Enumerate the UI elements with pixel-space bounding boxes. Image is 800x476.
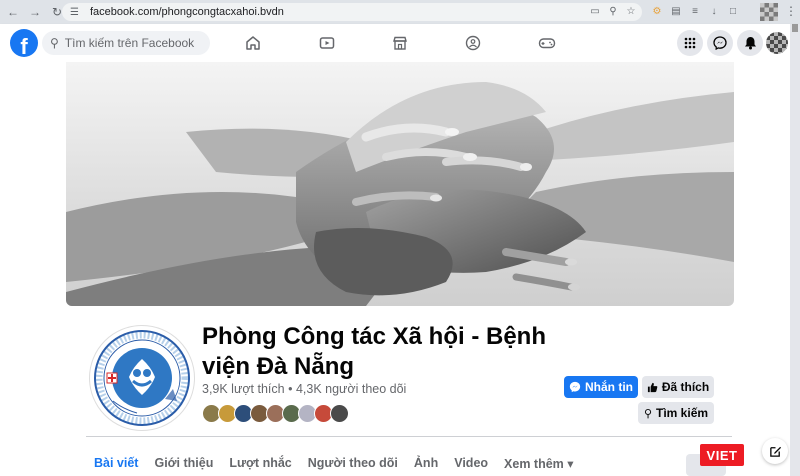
tab-about[interactable]: Giới thiệu xyxy=(146,448,221,476)
user-avatar[interactable] xyxy=(766,32,788,54)
tab-photos[interactable]: Ảnh xyxy=(406,448,446,476)
messenger-icon[interactable] xyxy=(707,30,733,56)
fb-search-box[interactable]: ⚲ xyxy=(42,31,210,55)
window-icon[interactable]: □ xyxy=(726,4,740,18)
download-icon[interactable]: ↓ xyxy=(707,4,721,18)
message-button-label: Nhắn tin xyxy=(585,380,633,394)
viet-watermark: VIET xyxy=(700,444,744,466)
hospital-logo-icon xyxy=(94,330,190,426)
extension-icon[interactable]: ⚙ xyxy=(650,4,664,18)
stats-separator: • xyxy=(288,382,293,396)
page-stats: 3,9K lượt thích • 4,3K người theo dõi xyxy=(202,382,406,396)
browser-profile-avatar[interactable] xyxy=(760,3,778,21)
compose-icon xyxy=(769,446,781,457)
facebook-logo-icon[interactable]: f xyxy=(10,29,38,57)
groups-icon[interactable] xyxy=(463,33,483,53)
tab-posts[interactable]: Bài viết xyxy=(86,448,146,476)
forward-icon[interactable]: → xyxy=(26,3,44,21)
header-divider xyxy=(86,436,732,437)
tab-videos[interactable]: Video xyxy=(446,448,496,476)
scrollbar[interactable] xyxy=(790,24,800,476)
page-tabs: Bài viết Giới thiệu Lượt nhắc Người theo… xyxy=(86,448,582,476)
back-icon[interactable]: ← xyxy=(4,3,22,21)
zoom-icon[interactable]: ⚲ xyxy=(606,4,620,18)
follower-avatars xyxy=(202,404,349,423)
search-icon: ⚲ xyxy=(643,407,653,420)
fb-search-input[interactable] xyxy=(64,36,205,50)
thumbs-up-icon xyxy=(647,382,658,392)
cast-icon[interactable]: ▭ xyxy=(588,4,602,18)
browser-menu-icon[interactable]: ⋮ xyxy=(784,4,798,20)
tab-mentions[interactable]: Lượt nhắc xyxy=(221,448,299,476)
page-title: Phòng Công tác Xã hội - Bệnh viện Đà Nẵn… xyxy=(202,323,546,380)
messenger-icon xyxy=(569,381,581,393)
cover-photo[interactable] xyxy=(66,62,734,306)
menu-grid-icon[interactable] xyxy=(677,30,703,56)
puzzle-extensions-icon[interactable]: ▤ xyxy=(669,4,683,18)
cover-hands-image xyxy=(66,82,734,306)
facebook-header: f ⚲ xyxy=(0,24,800,62)
address-bar[interactable]: ☰ facebook.com/phongcongtacxahoi.bvdn xyxy=(62,3,642,21)
page-search-button[interactable]: ⚲ Tìm kiếm xyxy=(638,402,714,424)
tab-more[interactable]: Xem thêm ▾ xyxy=(496,448,582,476)
extensions-bar: ⚙ ▤ ≡ ↓ □ xyxy=(650,4,740,18)
liked-button-label: Đã thích xyxy=(661,380,710,394)
bookmark-star-icon[interactable]: ☆ xyxy=(624,4,638,18)
reading-list-icon[interactable]: ≡ xyxy=(688,4,702,18)
new-message-button[interactable] xyxy=(762,438,788,464)
video-icon[interactable] xyxy=(317,33,337,53)
gaming-icon[interactable] xyxy=(537,33,557,53)
home-icon[interactable] xyxy=(243,33,263,53)
message-button[interactable]: Nhắn tin xyxy=(564,376,638,398)
marketplace-icon[interactable] xyxy=(390,33,410,53)
liked-button[interactable]: Đã thích xyxy=(642,376,714,398)
scrollbar-thumb[interactable] xyxy=(792,24,798,32)
follower-avatar[interactable] xyxy=(330,404,349,423)
followers-count[interactable]: 4,3K người theo dõi xyxy=(296,382,406,396)
page-search-button-label: Tìm kiếm xyxy=(656,406,709,420)
page-profile-picture[interactable] xyxy=(90,326,194,430)
search-icon: ⚲ xyxy=(50,36,59,50)
address-bar-actions: ▭ ⚲ ☆ xyxy=(588,4,638,18)
site-settings-icon[interactable]: ☰ xyxy=(70,7,84,18)
url-text: facebook.com/phongcongtacxahoi.bvdn xyxy=(90,6,284,18)
notifications-bell-icon[interactable] xyxy=(737,30,763,56)
likes-count[interactable]: 3,9K lượt thích xyxy=(202,382,285,396)
tab-followers[interactable]: Người theo dõi xyxy=(300,448,406,476)
